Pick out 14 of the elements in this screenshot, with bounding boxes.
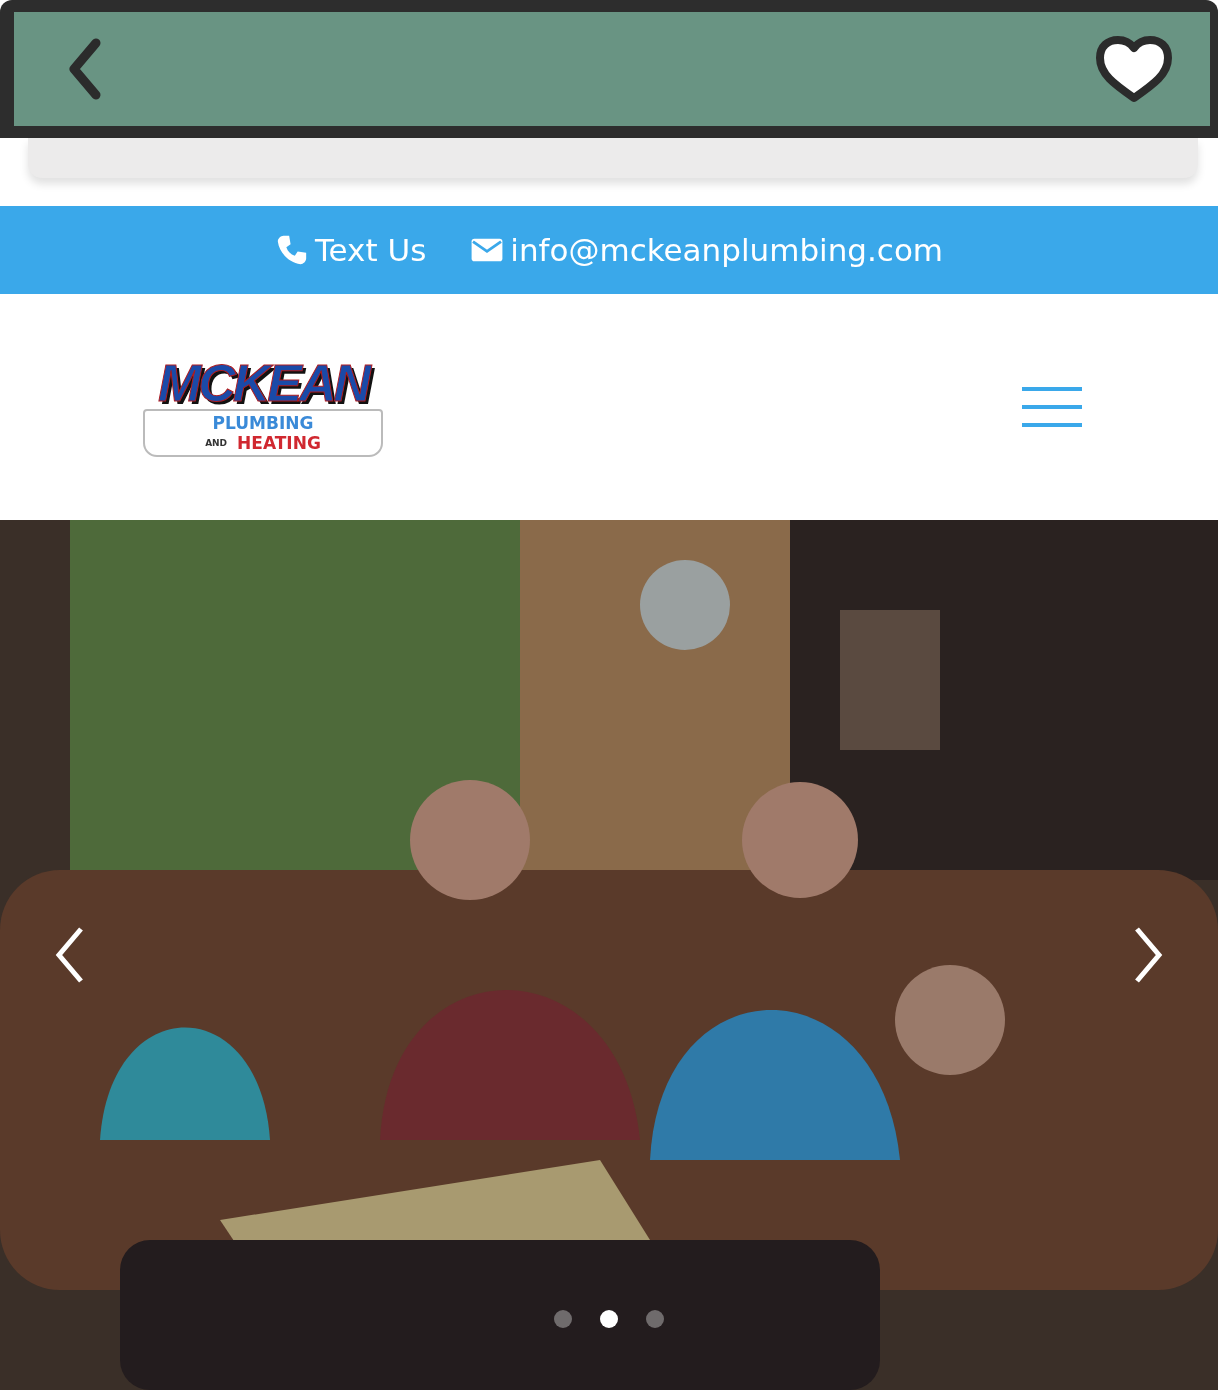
mail-icon [470, 236, 505, 264]
logo-and: AND [205, 438, 228, 448]
text-us-link[interactable]: Text Us [274, 232, 427, 268]
logo[interactable]: MCKEAN PLUMBING AND HEATING [138, 357, 388, 457]
logo-heating: HEATING [237, 433, 321, 453]
logo-plumbing: PLUMBING [212, 413, 314, 433]
slide-dot[interactable] [554, 1310, 572, 1328]
next-slide-icon[interactable] [1133, 925, 1163, 985]
previous-slide-icon[interactable] [55, 925, 85, 985]
logo-name: MCKEAN [157, 357, 369, 409]
heart-icon[interactable] [1094, 34, 1174, 104]
email-link[interactable]: info@mckeanplumbing.com [470, 232, 944, 268]
menu-icon[interactable] [1022, 385, 1082, 429]
slide-dot[interactable] [646, 1310, 664, 1328]
